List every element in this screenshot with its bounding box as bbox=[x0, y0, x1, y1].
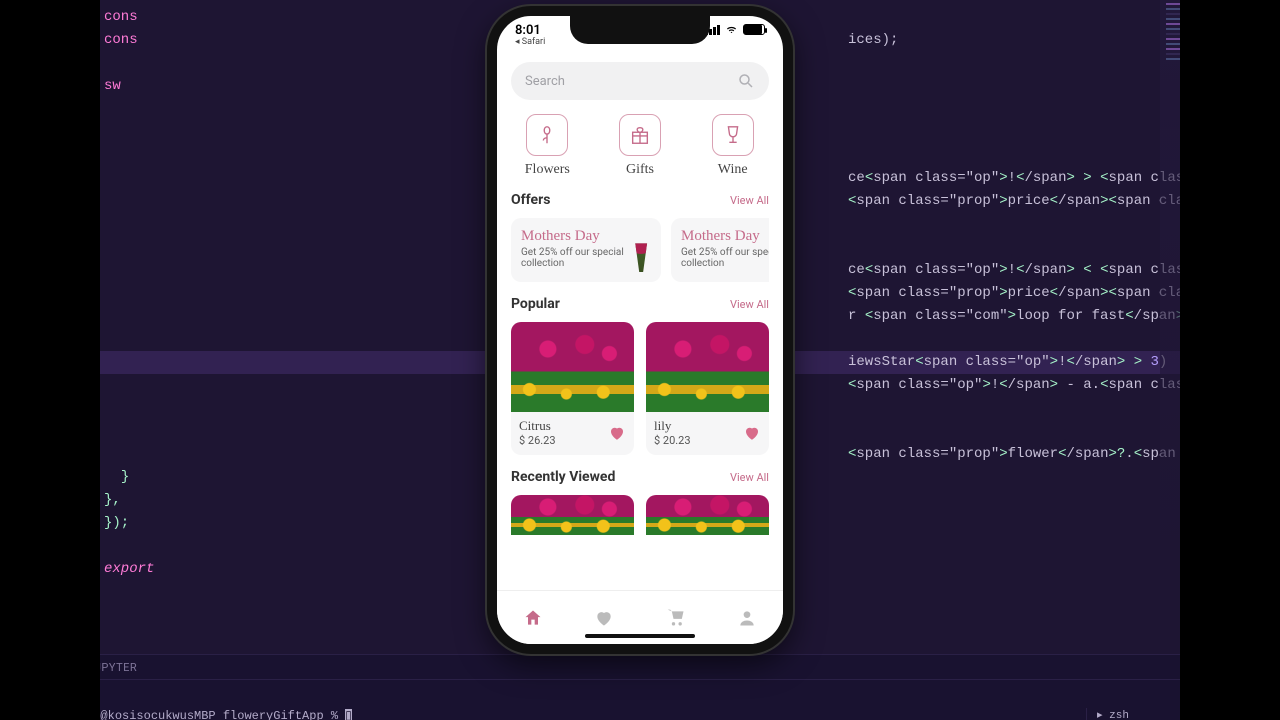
iphone-simulator: 8:01 ◂ Safari Search Flowers Gifts Wine Of… bbox=[487, 6, 793, 654]
offer-title: Mothers Day bbox=[521, 228, 625, 245]
app-screen: Search FlowersGiftsWine Offers View All … bbox=[497, 58, 783, 644]
category-wine[interactable]: Wine bbox=[696, 114, 769, 178]
offer-card[interactable]: Mothers Day Get 25% off our special colle… bbox=[511, 218, 661, 282]
product-price: $ 26.23 bbox=[519, 434, 556, 447]
category-label: Gifts bbox=[626, 162, 654, 178]
search-input[interactable]: Search bbox=[511, 62, 769, 100]
category-label: Flowers bbox=[525, 162, 570, 178]
category-flowers[interactable]: Flowers bbox=[511, 114, 584, 178]
tab-cart[interactable] bbox=[666, 608, 686, 628]
product-price: $ 20.23 bbox=[654, 434, 691, 447]
home-indicator[interactable] bbox=[585, 634, 695, 638]
tab-profile[interactable] bbox=[737, 608, 757, 628]
recent-view-all[interactable]: View All bbox=[730, 471, 769, 484]
favorite-icon[interactable] bbox=[608, 424, 626, 442]
product-image bbox=[646, 322, 769, 412]
letterbox-left bbox=[0, 0, 100, 720]
favorite-icon[interactable] bbox=[743, 424, 761, 442]
battery-icon bbox=[743, 24, 765, 35]
product-name: lily bbox=[654, 418, 691, 434]
offers-view-all[interactable]: View All bbox=[730, 194, 769, 207]
search-placeholder: Search bbox=[525, 74, 565, 89]
popular-title: Popular bbox=[511, 296, 560, 312]
device-notch bbox=[570, 16, 710, 44]
offers-title: Offers bbox=[511, 192, 550, 208]
product-image bbox=[511, 322, 634, 412]
product-card[interactable]: lily$ 20.23 bbox=[646, 322, 769, 455]
offer-title: Mothers Day bbox=[681, 228, 769, 245]
letterbox-right bbox=[1180, 0, 1280, 720]
recent-item[interactable] bbox=[646, 495, 769, 535]
wifi-icon bbox=[724, 24, 739, 35]
terminal-panel: TERMINAL JUPYTER ˄ ✕ ˅ TERMINAL › kosiso… bbox=[0, 654, 1280, 720]
gift-icon bbox=[619, 114, 661, 156]
bouquet-image bbox=[631, 228, 651, 272]
tab-favorites[interactable] bbox=[594, 608, 614, 628]
back-to-safari[interactable]: ◂ Safari bbox=[515, 38, 545, 48]
recent-title: Recently Viewed bbox=[511, 469, 615, 485]
offer-card[interactable]: Mothers Day Get 25% off our special colle… bbox=[671, 218, 769, 282]
product-name: Citrus bbox=[519, 418, 556, 434]
status-time: 8:01 bbox=[515, 24, 545, 38]
flower-icon bbox=[526, 114, 568, 156]
product-card[interactable]: Citrus$ 26.23 bbox=[511, 322, 634, 455]
offer-subtitle: Get 25% off our special collection bbox=[521, 247, 625, 269]
wine-icon bbox=[712, 114, 754, 156]
popular-view-all[interactable]: View All bbox=[730, 298, 769, 311]
tab-home[interactable] bbox=[523, 608, 543, 628]
category-label: Wine bbox=[718, 162, 748, 178]
offer-subtitle: Get 25% off our special collection bbox=[681, 247, 769, 269]
search-icon bbox=[737, 72, 755, 90]
category-gifts[interactable]: Gifts bbox=[604, 114, 677, 178]
recent-item[interactable] bbox=[511, 495, 634, 535]
